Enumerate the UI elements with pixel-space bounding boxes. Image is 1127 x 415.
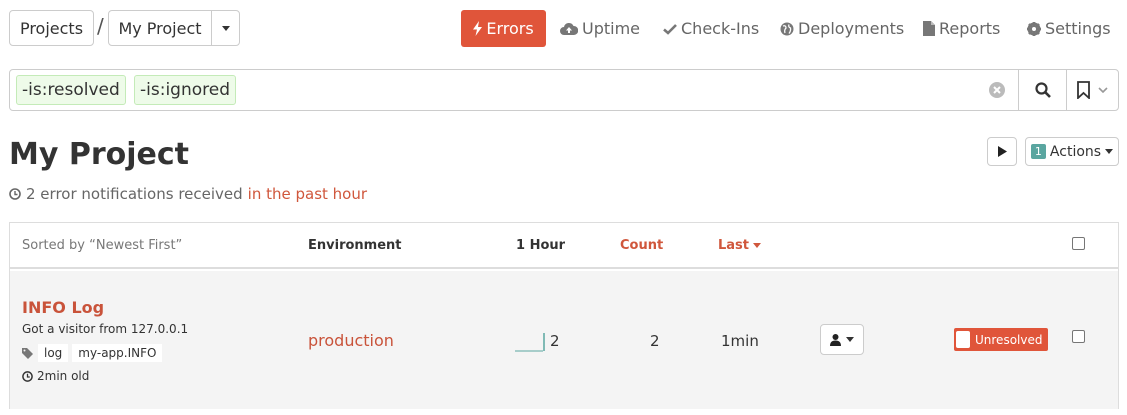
error-tags: log my-app.INFO <box>22 344 163 362</box>
error-title-link[interactable]: INFO Log <box>22 298 104 317</box>
row-checkbox[interactable] <box>1072 330 1085 343</box>
tab-deployments-label: Deployments <box>798 19 905 38</box>
assign-user-button[interactable] <box>820 324 864 355</box>
tab-uptime[interactable]: Uptime <box>560 10 640 47</box>
error-message: Got a visitor from 127.0.0.1 <box>22 322 189 336</box>
column-hour: 1 Hour <box>516 238 566 253</box>
chevron-down-icon <box>1098 87 1108 93</box>
bookmark-icon <box>1077 81 1090 99</box>
filter-chip-resolved[interactable]: -is:resolved <box>16 75 126 105</box>
select-all-checkbox[interactable] <box>1072 237 1085 250</box>
status-label: Unresolved <box>975 332 1043 347</box>
cloud-upload-icon <box>560 22 578 35</box>
tag-log[interactable]: log <box>38 344 69 362</box>
search-input[interactable]: -is:resolved -is:ignored <box>9 69 1019 111</box>
play-button[interactable] <box>987 137 1017 166</box>
tab-checkins[interactable]: Check-Ins <box>663 10 759 47</box>
status-toggle-knob <box>956 331 970 348</box>
errors-table: Sorted by “Newest First” Environment 1 H… <box>9 222 1119 409</box>
actions-dropdown-button[interactable]: 1 Actions <box>1025 137 1119 166</box>
project-select-button[interactable]: My Project <box>108 10 212 46</box>
user-icon <box>830 333 841 346</box>
column-last-label: Last <box>718 238 750 253</box>
play-icon <box>997 146 1007 157</box>
clock-icon <box>22 370 33 382</box>
projects-label: Projects <box>19 18 84 38</box>
tab-reports-label: Reports <box>939 19 1001 38</box>
error-age-text: 2min old <box>37 369 90 383</box>
caret-down-icon <box>846 337 854 342</box>
check-icon <box>663 23 677 35</box>
summary-text: 2 error notifications received in the pa… <box>9 185 367 203</box>
project-dropdown-toggle[interactable] <box>211 10 240 46</box>
filter-chip-ignored[interactable]: -is:ignored <box>134 75 236 105</box>
tag-icon <box>22 347 33 359</box>
summary-prefix: 2 error notifications received <box>26 185 243 203</box>
tab-errors[interactable]: Errors <box>461 10 546 47</box>
total-count: 2 <box>650 332 660 350</box>
sort-order-label[interactable]: Sorted by “Newest First” <box>22 238 182 253</box>
actions-label: Actions <box>1049 143 1102 160</box>
tab-settings-label: Settings <box>1045 19 1111 38</box>
table-row[interactable]: INFO Log Got a visitor from 127.0.0.1 lo… <box>10 271 1118 409</box>
error-age: 2min old <box>22 369 89 383</box>
saved-search-button[interactable] <box>1066 69 1119 111</box>
search-button[interactable] <box>1018 69 1067 111</box>
hourly-sparkline <box>515 333 545 352</box>
tag-logger[interactable]: my-app.INFO <box>72 344 163 362</box>
projects-button[interactable]: Projects <box>9 10 94 46</box>
breadcrumb-separator: / <box>97 14 104 38</box>
environment-link[interactable]: production <box>308 331 394 350</box>
column-environment: Environment <box>308 238 402 253</box>
column-count[interactable]: Count <box>620 238 663 253</box>
gear-icon <box>1027 21 1041 36</box>
bolt-icon <box>473 21 483 36</box>
current-project-label: My Project <box>118 18 202 38</box>
tab-reports[interactable]: Reports <box>923 10 1000 47</box>
clear-icon[interactable] <box>989 82 1005 98</box>
tab-uptime-label: Uptime <box>582 19 641 38</box>
caret-down-icon <box>1105 149 1114 154</box>
summary-time-link[interactable]: in the past hour <box>248 185 367 203</box>
sort-caret-icon <box>753 243 762 248</box>
tab-errors-label: Errors <box>486 19 534 38</box>
tab-settings[interactable]: Settings <box>1027 10 1111 47</box>
table-header: Sorted by “Newest First” Environment 1 H… <box>10 223 1118 269</box>
hour-count: 2 <box>550 332 560 350</box>
status-toggle[interactable]: Unresolved <box>954 328 1048 351</box>
page-title: My Project <box>9 137 189 172</box>
tab-checkins-label: Check-Ins <box>681 19 760 38</box>
file-icon <box>923 21 935 36</box>
tab-deployments[interactable]: Deployments <box>780 10 904 47</box>
globe-icon <box>780 22 794 35</box>
clock-icon <box>9 188 21 200</box>
last-seen: 1min <box>721 332 759 350</box>
column-last[interactable]: Last <box>718 238 762 253</box>
caret-down-icon <box>221 25 230 31</box>
search-icon <box>1034 82 1051 98</box>
selected-count-badge: 1 <box>1030 144 1046 159</box>
